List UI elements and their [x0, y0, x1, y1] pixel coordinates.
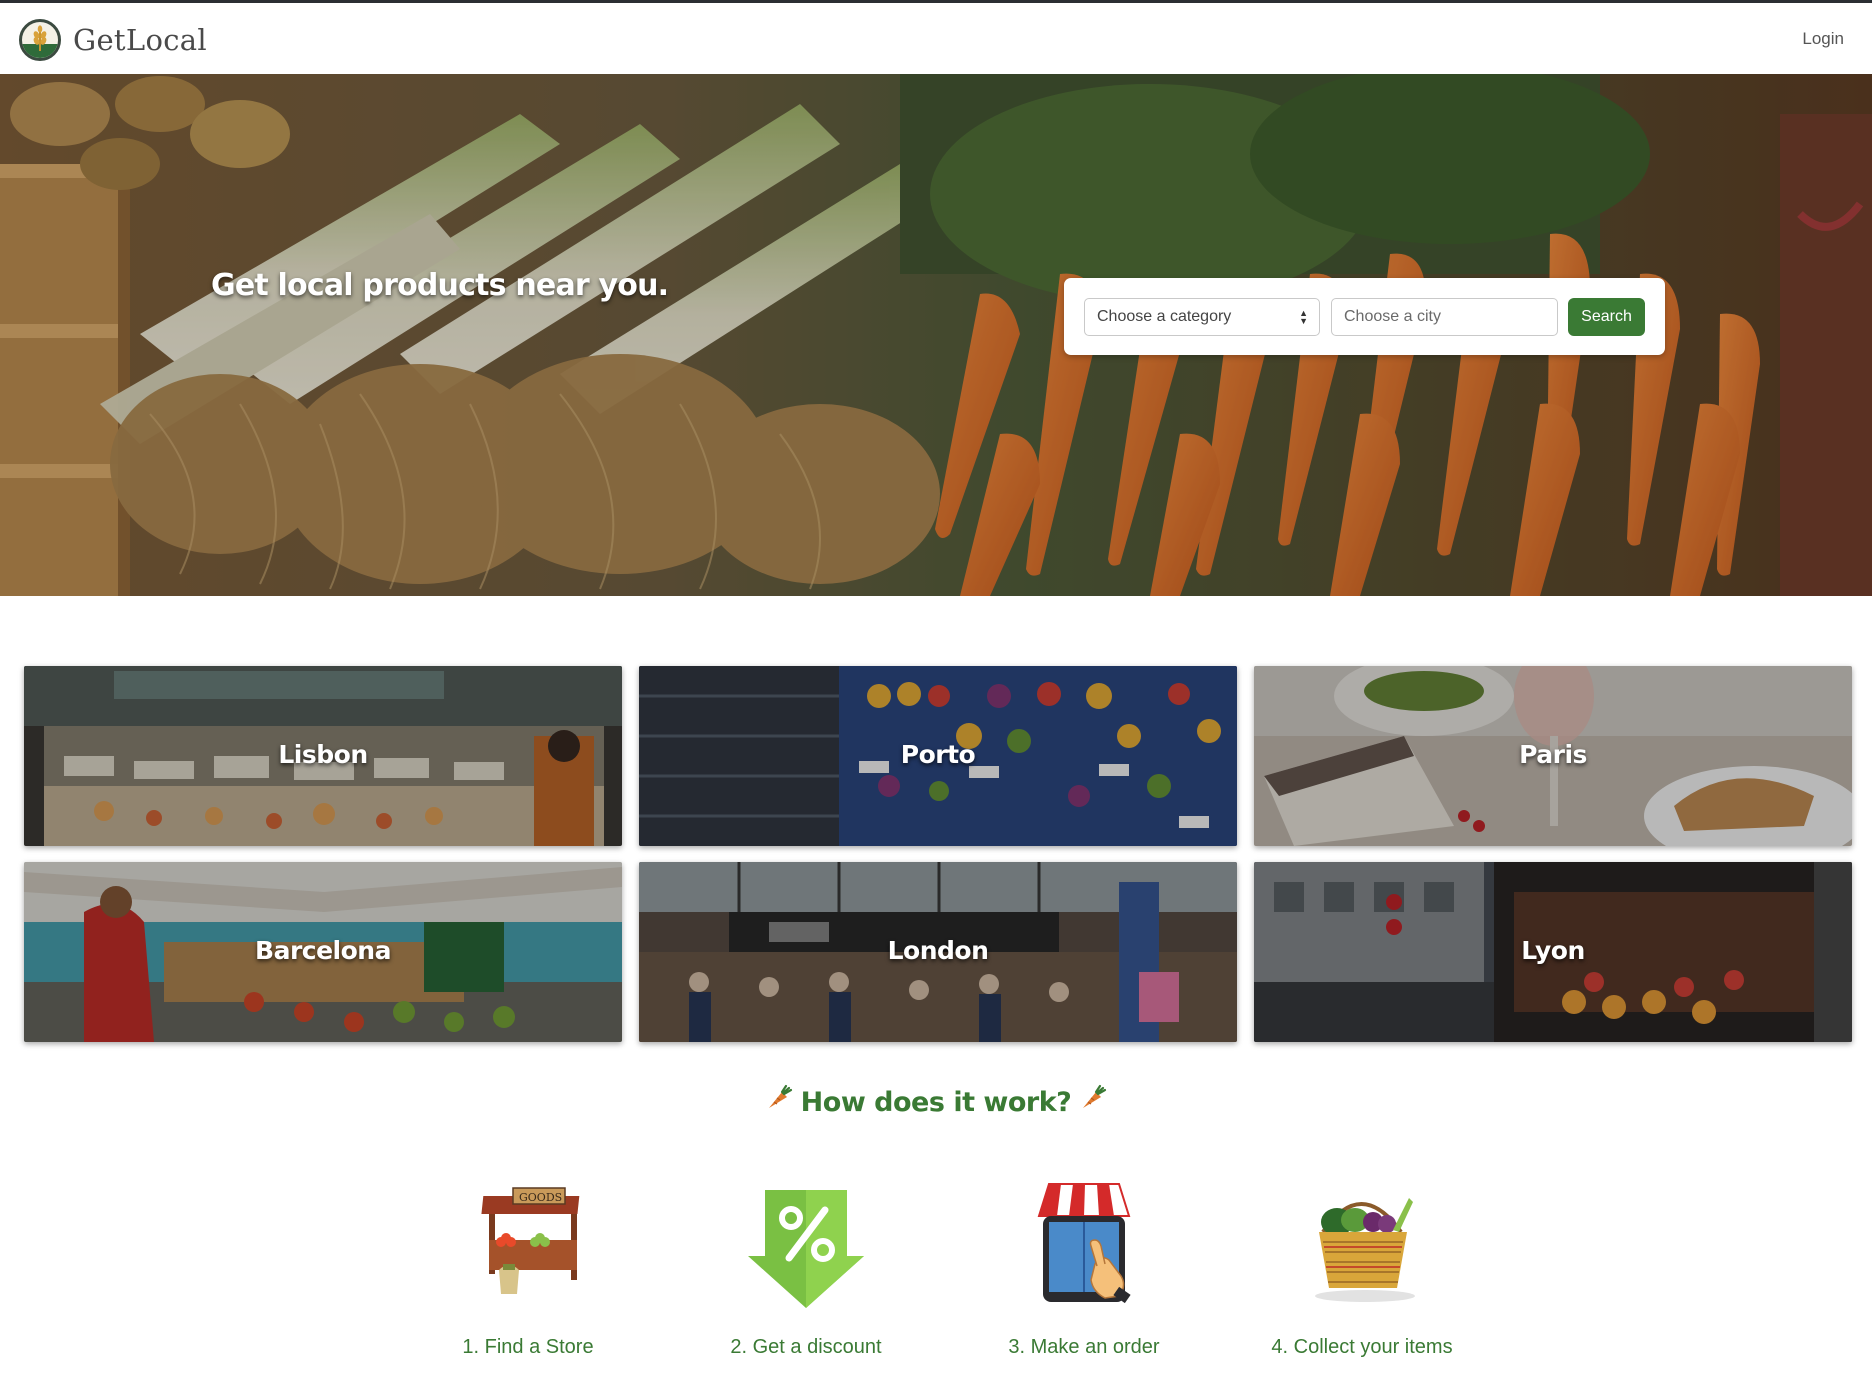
city-card-porto[interactable]: Porto — [639, 666, 1237, 846]
step-get-discount: 2. Get a discount — [676, 1180, 936, 1359]
brand-link[interactable]: GetLocal — [19, 18, 207, 62]
market-stall-icon: GOODS — [463, 1180, 593, 1310]
navbar: GetLocal Login — [0, 3, 1872, 74]
step-find-store: GOODS 1. Find a Store — [398, 1180, 658, 1359]
city-card-lisbon[interactable]: Lisbon — [24, 666, 622, 846]
category-select-value: Choose a category — [1097, 308, 1232, 325]
step-label: 4. Collect your items — [1271, 1336, 1453, 1358]
city-card-lyon[interactable]: Lyon — [1254, 862, 1852, 1042]
search-card: Choose a category ▲▼ Search — [1064, 278, 1665, 355]
city-name: Lisbon — [278, 740, 368, 769]
hero-banner: Get local products near you. Choose a ca… — [0, 74, 1872, 596]
login-link[interactable]: Login — [1802, 29, 1844, 49]
cities-grid: Lisbon Porto Paris Barcelona London Lyon — [24, 666, 1852, 1042]
select-arrows-icon: ▲ ▼ — [1299, 308, 1308, 326]
discount-tag-icon — [741, 1180, 871, 1310]
category-select[interactable]: Choose a category ▲ ▼ — [1084, 298, 1320, 336]
city-name: Paris — [1519, 740, 1587, 769]
carrot-icon — [765, 1083, 793, 1118]
how-it-works-text: How does it work? — [800, 1087, 1072, 1118]
step-label: 3. Make an order — [1008, 1336, 1160, 1358]
step-label: 1. Find a Store — [462, 1336, 594, 1358]
city-name: Porto — [900, 740, 976, 769]
carrot-icon — [1079, 1083, 1107, 1118]
steps-section: GOODS 1. Find a Store 2. Get a discount … — [0, 1180, 1872, 1370]
city-name: London — [887, 936, 989, 965]
city-card-paris[interactable]: Paris — [1254, 666, 1852, 846]
city-name: Lyon — [1521, 936, 1585, 965]
city-card-barcelona[interactable]: Barcelona — [24, 862, 622, 1042]
wheat-logo-icon — [19, 19, 61, 61]
step-collect-items: 4. Collect your items — [1232, 1180, 1492, 1359]
tablet-shop-icon — [1019, 1180, 1149, 1310]
step-label: 2. Get a discount — [730, 1336, 882, 1358]
hero-title: Get local products near you. — [211, 268, 669, 303]
brand-name: GetLocal — [73, 23, 207, 57]
how-it-works-title: How does it work? — [0, 1083, 1872, 1121]
svg-text:GOODS: GOODS — [519, 1191, 562, 1204]
step-make-order: 3. Make an order — [954, 1180, 1214, 1359]
search-button[interactable]: Search — [1568, 298, 1645, 336]
vegetable-basket-icon — [1297, 1180, 1427, 1310]
city-name: Barcelona — [255, 936, 391, 965]
city-card-london[interactable]: London — [639, 862, 1237, 1042]
city-input[interactable] — [1331, 298, 1558, 336]
